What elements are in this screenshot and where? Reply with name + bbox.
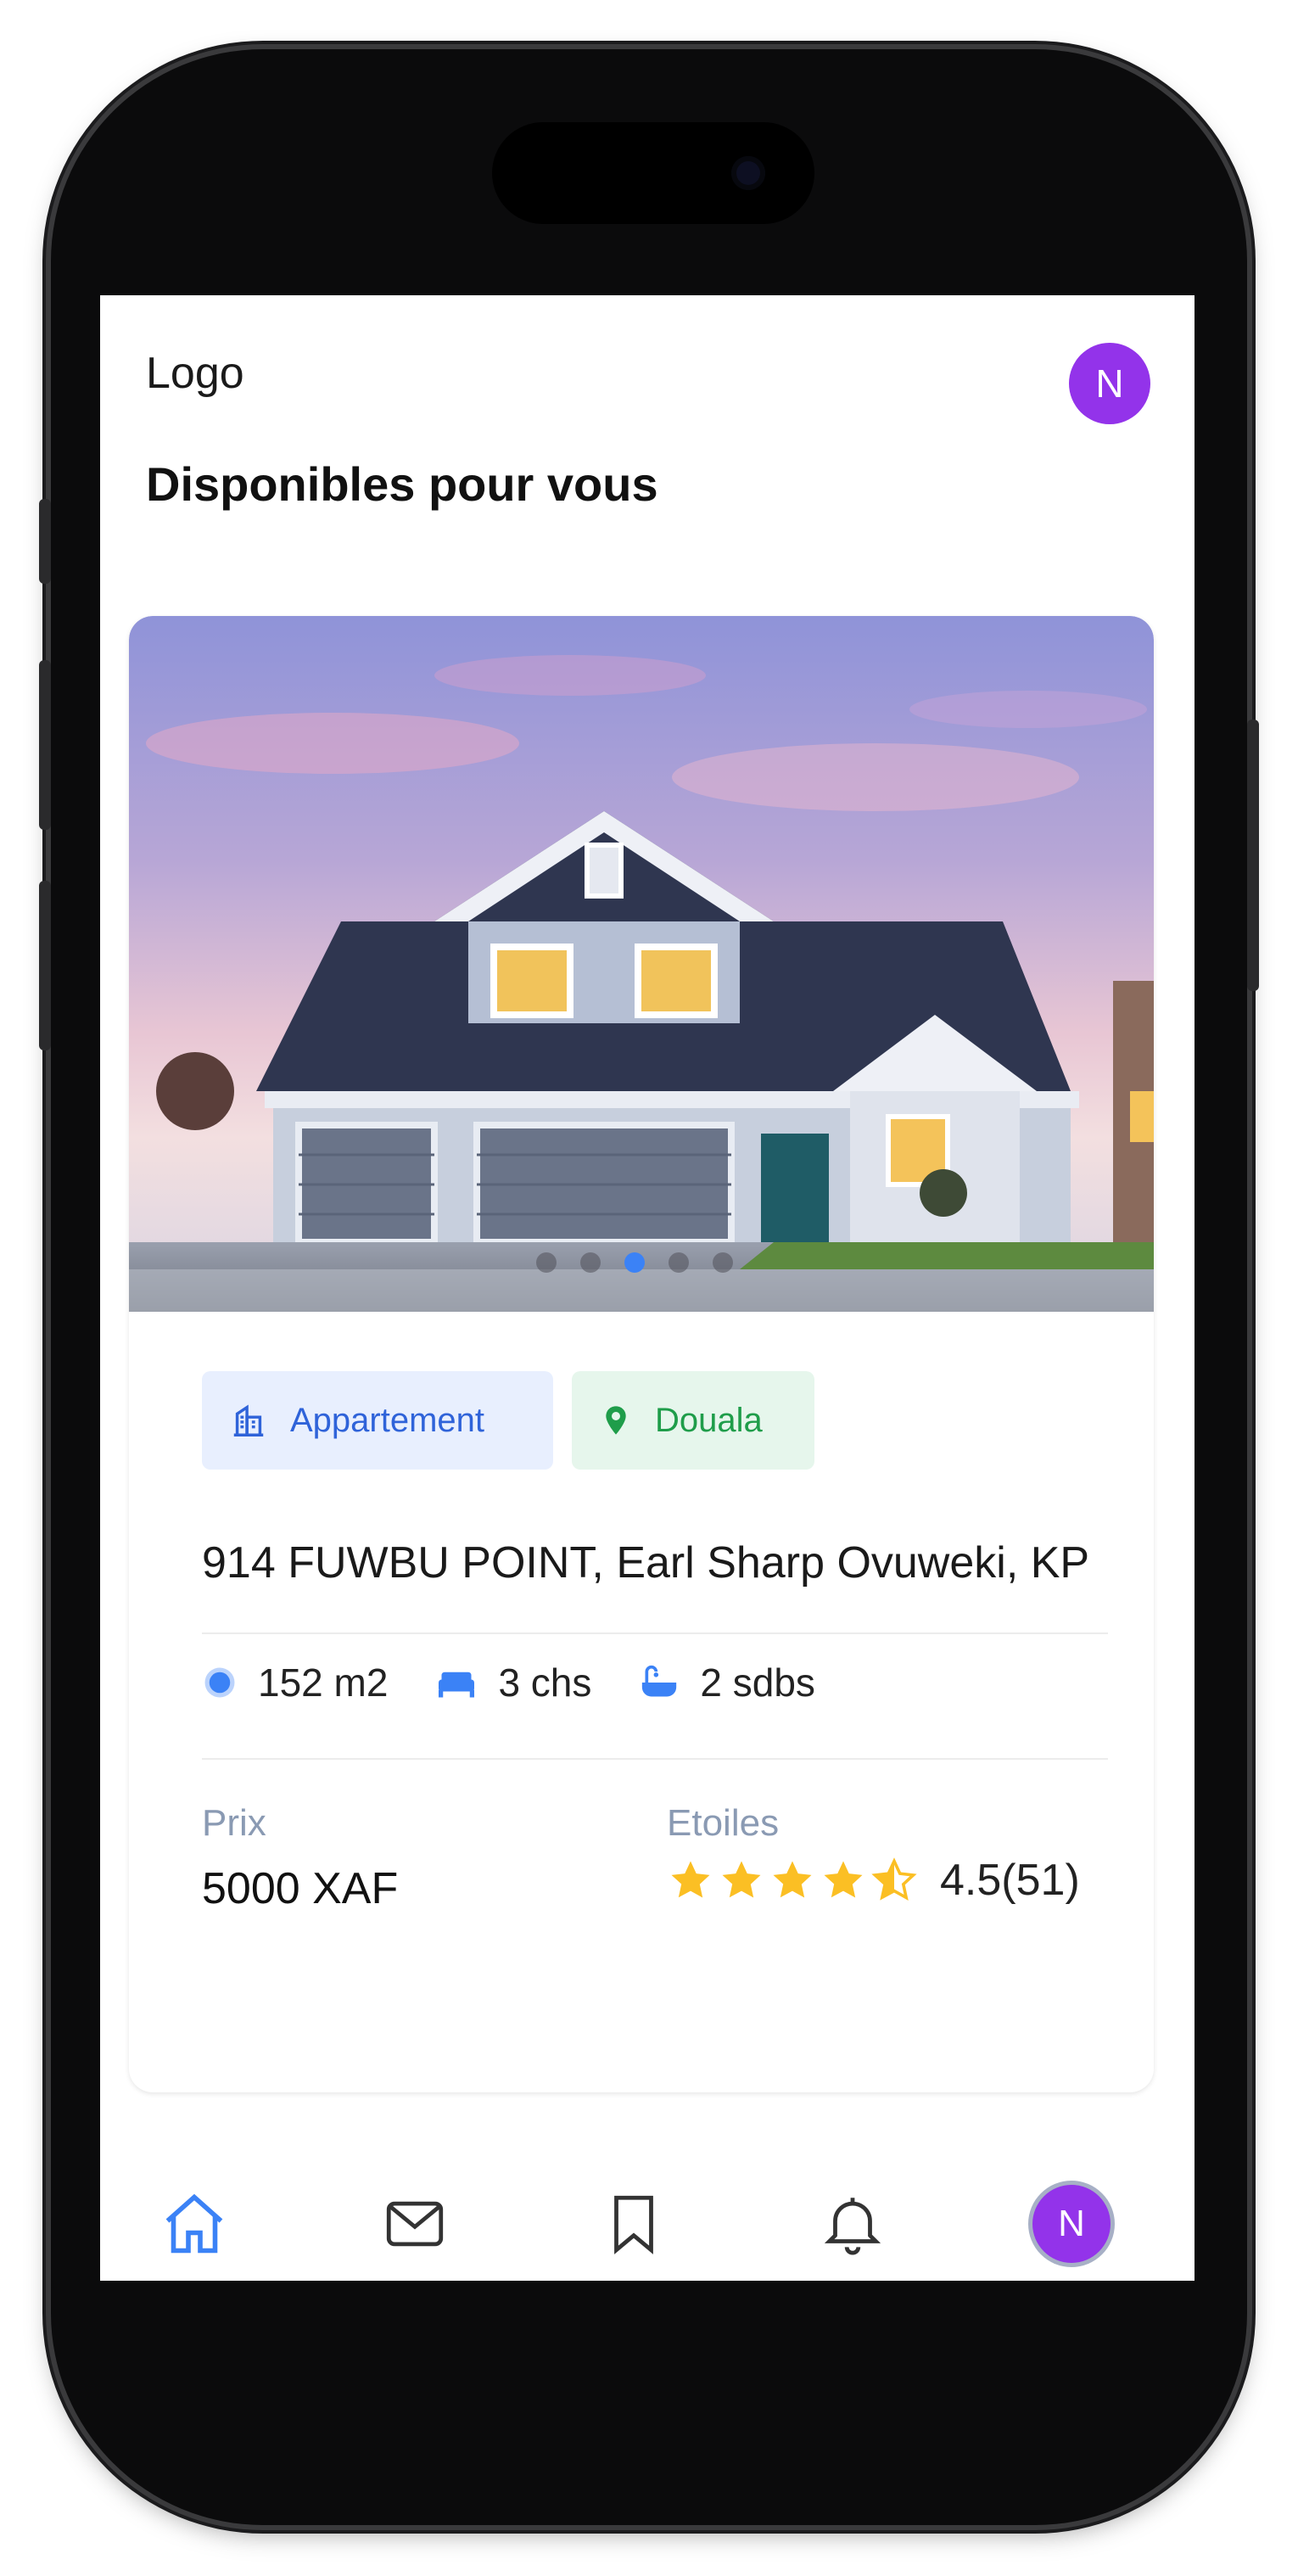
carousel-indicators[interactable] [536, 1252, 733, 1273]
star-icon [824, 1861, 863, 1898]
app-logo[interactable]: Logo [146, 348, 244, 399]
nav-home[interactable] [156, 2186, 232, 2262]
star-rating [667, 1857, 918, 1903]
property-image[interactable] [129, 616, 1154, 1312]
top-bar: Logo N [100, 295, 1194, 465]
feature-bathrooms-text: 2 sdbs [700, 1660, 815, 1705]
carousel-dot[interactable] [536, 1252, 557, 1273]
bell-icon [824, 2198, 881, 2255]
bottom-navigation: N [100, 2162, 1194, 2281]
building-icon [229, 1401, 268, 1440]
location-tag[interactable]: Douala [572, 1371, 814, 1470]
nav-profile[interactable]: N [1032, 2185, 1111, 2263]
feature-area: 152 m2 [202, 1660, 388, 1705]
property-address: 914 FUWBU POINT, Earl Sharp Ovuweki, KP [202, 1538, 1090, 1588]
mute-switch [39, 499, 51, 584]
location-label: Douala [655, 1401, 763, 1439]
property-type-tag[interactable]: Appartement [202, 1371, 553, 1470]
stars-label: Etoiles [667, 1802, 780, 1844]
star-icon [671, 1861, 710, 1898]
volume-up-button [39, 660, 51, 830]
bathtub-icon [639, 1664, 680, 1701]
user-avatar[interactable]: N [1069, 343, 1150, 424]
profile-avatar[interactable]: N [1032, 2185, 1111, 2263]
feature-bedrooms: 3 chs [435, 1660, 591, 1705]
feature-area-text: 152 m2 [258, 1660, 389, 1705]
star-icon [773, 1861, 812, 1898]
bed-icon [435, 1665, 478, 1700]
half-star-icon [871, 1857, 917, 1901]
divider [202, 1632, 1108, 1634]
rating-text: 4.5(51) [940, 1856, 1080, 1905]
location-pin-icon [599, 1403, 633, 1437]
carousel-dot-active[interactable] [624, 1252, 645, 1273]
dynamic-island [492, 122, 814, 224]
price-value: 5000 XAF [202, 1864, 399, 1913]
carousel-dot[interactable] [580, 1252, 601, 1273]
phone-frame: Logo N Disponibles pour vous Appartement… [39, 49, 1259, 2525]
section-title: Disponibles pour vous [146, 457, 658, 511]
property-type-label: Appartement [290, 1401, 485, 1439]
house-photo [129, 616, 1154, 1312]
home-icon [165, 2193, 223, 2254]
property-card[interactable]: Appartement Douala 914 FUWBU POINT, Earl… [129, 616, 1154, 2092]
power-button [1247, 720, 1259, 991]
feature-bathrooms: 2 sdbs [639, 1660, 815, 1705]
camera-icon [731, 156, 765, 190]
nav-messages[interactable] [377, 2186, 453, 2262]
bookmark-icon [614, 2195, 653, 2254]
area-icon [202, 1665, 238, 1700]
nav-saved[interactable] [596, 2186, 672, 2262]
feature-bedrooms-text: 3 chs [498, 1660, 592, 1705]
volume-down-button [39, 881, 51, 1050]
divider [202, 1758, 1108, 1760]
mail-icon [386, 2201, 444, 2247]
price-label: Prix [202, 1802, 266, 1844]
carousel-dot[interactable] [713, 1252, 733, 1273]
rating: 4.5(51) [667, 1855, 1080, 1906]
star-icon [722, 1861, 761, 1898]
nav-notifications[interactable] [814, 2186, 891, 2262]
app-screen: Logo N Disponibles pour vous Appartement… [100, 295, 1194, 2281]
property-features: 152 m2 3 chs 2 sdbs [202, 1660, 863, 1705]
carousel-dot[interactable] [669, 1252, 689, 1273]
